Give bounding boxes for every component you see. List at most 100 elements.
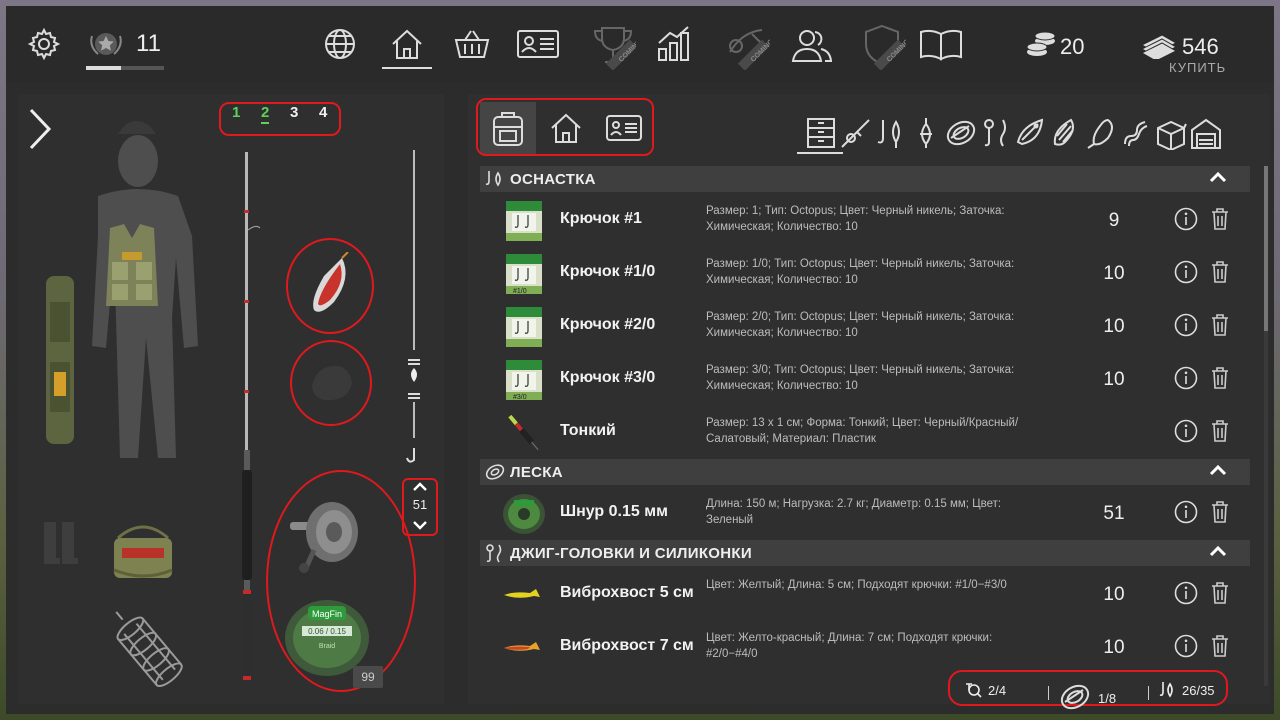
item-name: Крючок #1/0 — [560, 263, 656, 280]
stats-icon[interactable] — [654, 24, 694, 64]
trash-icon[interactable] — [1210, 500, 1230, 529]
gear-icon[interactable] — [26, 26, 62, 62]
home-icon[interactable] — [384, 26, 430, 62]
license-icon[interactable] — [514, 26, 562, 62]
line-icon[interactable] — [944, 116, 978, 150]
book-icon[interactable] — [918, 26, 964, 62]
lure-icon[interactable] — [1014, 116, 1048, 150]
item-quantity: 10 — [1103, 369, 1125, 390]
box-icon[interactable] — [1154, 116, 1188, 150]
capacity-stat: 2/4 — [964, 680, 1006, 701]
spinner-icon[interactable] — [1049, 116, 1083, 150]
section-header[interactable]: ЛЕСКА — [480, 459, 1250, 485]
trash-icon[interactable] — [1210, 366, 1230, 395]
tackle-icon — [1158, 680, 1176, 701]
info-icon[interactable] — [1174, 500, 1198, 529]
float-icon[interactable] — [909, 116, 943, 150]
item-quantity: 10 — [1103, 316, 1125, 337]
rod-icon[interactable] — [839, 116, 873, 150]
trash-icon[interactable] — [1210, 207, 1230, 236]
trash-icon[interactable] — [1210, 260, 1230, 289]
rod-tab-2[interactable]: 2 — [261, 104, 270, 124]
list-item[interactable]: Крючок #2/0 Размер: 2/0; Тип: Octopus; Цв… — [480, 300, 1250, 353]
trash-icon[interactable] — [1210, 634, 1230, 663]
trash-icon[interactable] — [1210, 581, 1230, 610]
rod-bag-item[interactable] — [38, 272, 82, 448]
basket-icon[interactable] — [450, 26, 494, 62]
capacity-stat: 1/8 — [1058, 680, 1116, 717]
keepnet-item[interactable] — [104, 606, 194, 696]
scrollbar[interactable] — [1264, 166, 1268, 686]
chevron-right-icon[interactable] — [22, 106, 58, 152]
item-thumbnail — [502, 626, 546, 670]
tackle-bag-item[interactable] — [108, 520, 178, 582]
item-thumbnail: #1/0 — [502, 252, 546, 296]
info-icon[interactable] — [1174, 313, 1198, 342]
item-quantity: 51 — [1103, 503, 1125, 524]
info-icon[interactable] — [1174, 366, 1198, 395]
chevron-up-icon[interactable] — [1208, 544, 1228, 563]
info-icon[interactable] — [1174, 260, 1198, 289]
worm-icon[interactable] — [1119, 116, 1153, 150]
chevron-up-icon[interactable] — [408, 480, 432, 494]
list-item[interactable]: Тонкий Размер: 13 x 1 см; Форма: Тонкий; … — [480, 406, 1250, 459]
reel-icon — [964, 680, 982, 701]
money-icon[interactable] — [1140, 30, 1178, 60]
globe-icon[interactable] — [320, 26, 360, 62]
section-title: ДЖИГ-ГОЛОВКИ И СИЛИКОНКИ — [510, 544, 752, 562]
list-item[interactable]: Виброхвост 5 см Цвет: Желтый; Длина: 5 см… — [480, 568, 1250, 621]
equipment-panel: 1234 MagFin 0.06 / 0.15 Braid 99 51 — [18, 94, 444, 704]
chevron-up-icon[interactable] — [1208, 463, 1228, 482]
trash-icon[interactable] — [1210, 313, 1230, 342]
list-item[interactable]: #3/0 Крючок #3/0 Размер: 3/0; Тип: Octopus… — [480, 353, 1250, 406]
list-item[interactable]: Виброхвост 7 см Цвет: Желто-красный; Длин… — [480, 621, 1250, 674]
club-icon[interactable]: COMING — [858, 22, 906, 70]
storage-tabs-highlight — [476, 98, 654, 156]
section-title: ЛЕСКА — [510, 463, 563, 481]
trash-icon[interactable] — [1210, 419, 1230, 448]
item-name: Виброхвост 5 см — [560, 584, 694, 601]
spoon-lure-item[interactable] — [306, 252, 356, 322]
boots-item[interactable] — [40, 520, 80, 566]
item-description: Длина: 150 м; Нагрузка: 2.7 кг; Диаметр:… — [706, 498, 1002, 526]
spoon-icon[interactable] — [1084, 116, 1118, 150]
info-icon[interactable] — [1174, 581, 1198, 610]
item-thumbnail — [502, 411, 546, 455]
info-icon[interactable] — [1174, 634, 1198, 663]
item-name: Крючок #2/0 — [560, 316, 656, 333]
buy-button[interactable]: КУПИТЬ — [1169, 60, 1226, 75]
rod-tab-3[interactable]: 3 — [290, 104, 298, 121]
friends-icon[interactable] — [788, 26, 836, 64]
info-icon[interactable] — [1174, 419, 1198, 448]
garage-icon[interactable] — [1189, 116, 1223, 150]
trophy-icon[interactable]: COMING — [590, 22, 636, 70]
tournament-icon[interactable]: COMING — [722, 22, 770, 70]
section-header[interactable]: ДЖИГ-ГОЛОВКИ И СИЛИКОНКИ — [480, 540, 1250, 566]
vest-item[interactable] — [102, 222, 162, 312]
list-item[interactable]: Шнур 0.15 мм Длина: 150 м; Нагрузка: 2.7 … — [480, 487, 1250, 540]
hook-float-icon[interactable] — [874, 116, 908, 150]
rod-item[interactable] — [232, 150, 262, 684]
chevron-up-icon[interactable] — [1208, 170, 1228, 189]
line-type-label: Braid — [319, 643, 335, 650]
section-header[interactable]: ОСНАСТКА — [480, 166, 1250, 192]
rank-star-icon — [86, 26, 126, 62]
rod-tab-1[interactable]: 1 — [232, 104, 240, 121]
depth-slider[interactable] — [402, 150, 426, 470]
item-thumbnail — [502, 199, 546, 243]
rod-tab-4[interactable]: 4 — [319, 104, 327, 121]
jig-icon[interactable] — [979, 116, 1013, 150]
category-active-underline — [797, 152, 843, 154]
bait-slot-empty[interactable] — [306, 356, 358, 408]
list-item[interactable]: Крючок #1 Размер: 1; Тип: Octopus; Цвет: … — [480, 194, 1250, 247]
coins-icon — [1024, 30, 1058, 60]
list-item[interactable]: #1/0 Крючок #1/0 Размер: 1/0; Тип: Octopus… — [480, 247, 1250, 300]
svg-text:#3/0: #3/0 — [513, 394, 527, 401]
line-count-badge: 99 — [353, 666, 383, 688]
info-icon[interactable] — [1174, 207, 1198, 236]
level-progress-bar — [86, 66, 164, 70]
drawer-icon[interactable] — [804, 116, 838, 150]
reel-item[interactable] — [284, 492, 370, 574]
chevron-down-icon[interactable] — [408, 518, 432, 532]
item-thumbnail: #3/0 — [502, 358, 546, 402]
